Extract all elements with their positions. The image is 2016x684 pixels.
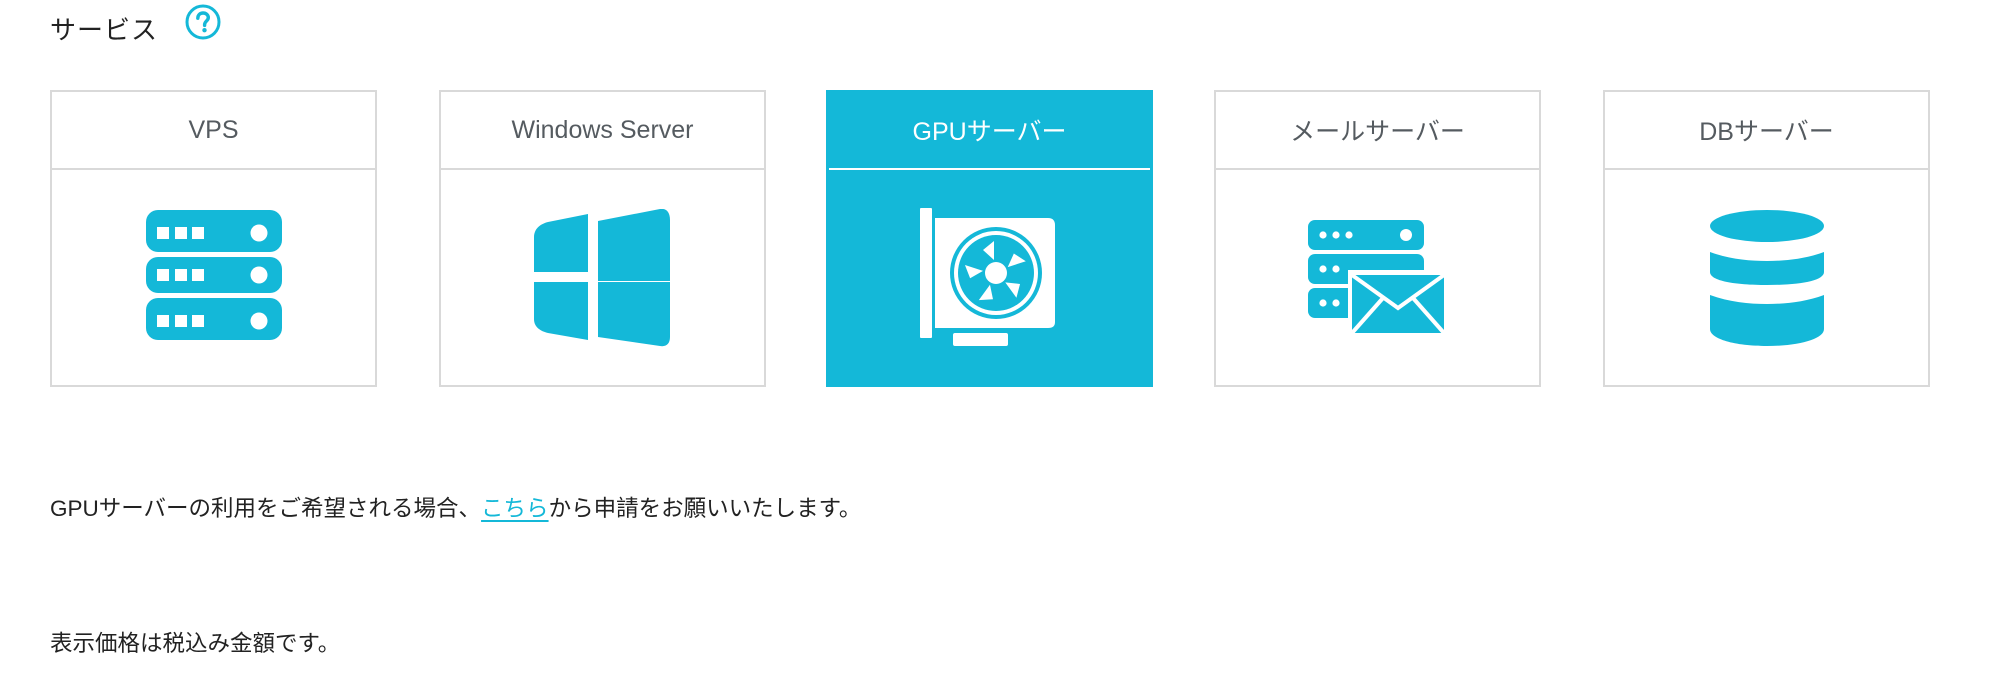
service-card-icon-area (441, 170, 764, 385)
service-card-gpu-server[interactable]: GPUサーバー (826, 90, 1153, 387)
service-card-icon-area (52, 170, 375, 385)
gpu-request-link[interactable]: こちら (481, 496, 549, 521)
service-card-title: GPUサーバー (829, 92, 1150, 170)
service-card-icon-area (1605, 170, 1928, 385)
tax-note: 表示価格は税込み金額です。 (50, 631, 341, 656)
gpu-card-icon (919, 207, 1055, 346)
notice-text-before: GPUサーバーの利用をご希望される場合、 (50, 496, 482, 521)
service-card-mail-server[interactable]: メールサーバー (1214, 90, 1541, 387)
service-card-title: Windows Server (441, 92, 764, 170)
service-card-db-server[interactable]: DBサーバー (1603, 90, 1930, 387)
service-card-icon-area (1216, 170, 1539, 385)
question-circle-icon[interactable] (185, 4, 221, 40)
mail-server-icon (1307, 219, 1448, 336)
database-icon (1709, 209, 1824, 346)
service-card-windows-server[interactable]: Windows Server (439, 90, 766, 387)
service-card-title: DBサーバー (1605, 92, 1928, 170)
windows-logo-icon (533, 208, 670, 346)
service-card-title: VPS (52, 92, 375, 170)
gpu-request-notice: GPUサーバーの利用をご希望される場合、こちらから申請をお願いいたします。 (50, 491, 861, 523)
service-card-title: メールサーバー (1216, 92, 1539, 170)
service-card-vps[interactable]: VPS (50, 90, 377, 387)
notice-text-after: から申請をお願いいたします。 (548, 496, 862, 521)
section-header: サービス (50, 8, 158, 48)
section-title: サービス (50, 14, 159, 45)
service-card-icon-area (828, 170, 1151, 385)
server-rack-icon (145, 209, 282, 340)
